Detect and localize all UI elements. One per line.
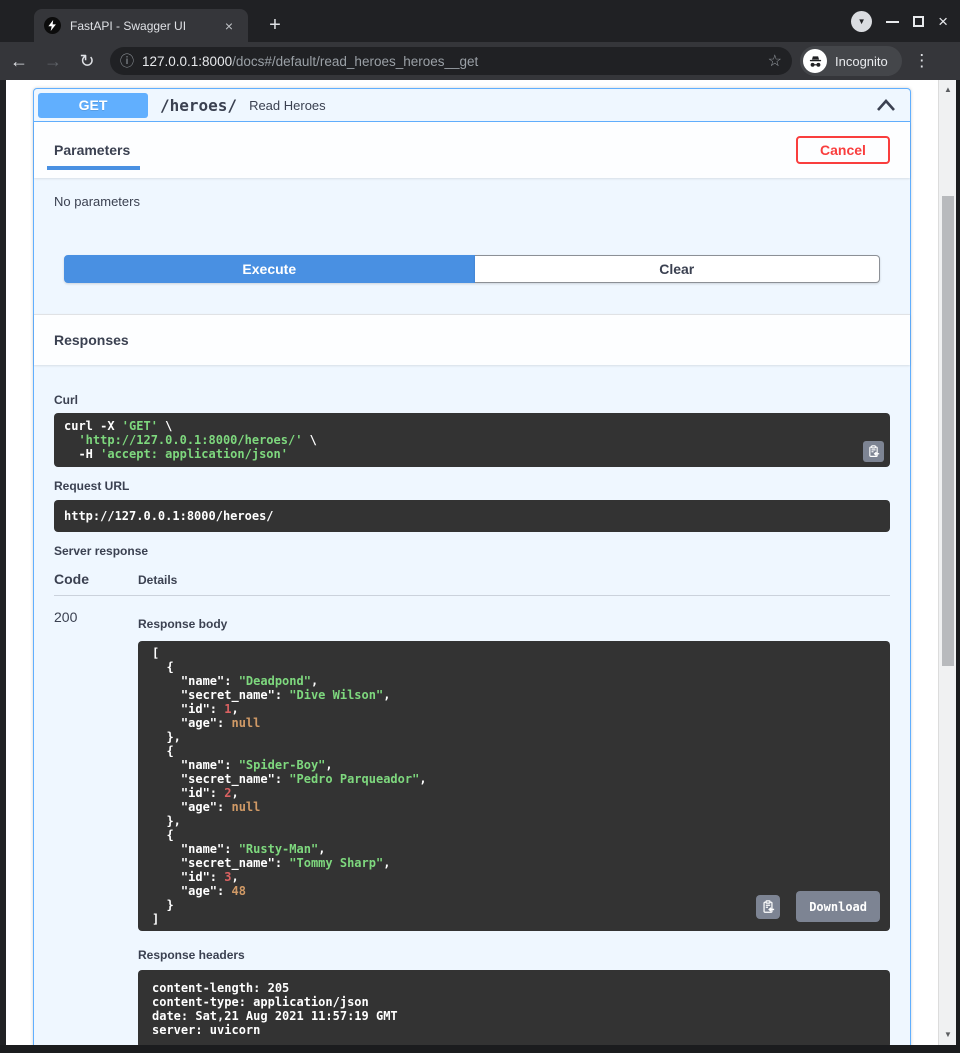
execute-button-group: Execute Clear [64,255,880,283]
window-close-button[interactable]: × [938,15,948,28]
new-tab-button[interactable]: + [262,13,288,39]
endpoint-path: /heroes/ [160,96,237,115]
details-column-header: Details [138,573,890,587]
responses-body: Curl curl -X 'GET' \ 'http://127.0.0.1:8… [34,365,910,1045]
incognito-icon [803,49,827,73]
tab-close-icon[interactable]: × [220,17,238,35]
window-controls: ▼ × [851,0,960,42]
forward-icon[interactable]: → [38,46,68,76]
opblock-summary[interactable]: GET /heroes/ Read Heroes [34,89,910,122]
scrollbar-thumb[interactable] [942,196,954,666]
url-bar[interactable]: ⓘ 127.0.0.1:8000/docs#/default/read_hero… [110,47,792,75]
incognito-label: Incognito [835,54,888,69]
responses-title: Responses [54,332,129,348]
browser-tab[interactable]: FastAPI - Swagger UI × [34,9,248,42]
window-right-edge [956,80,960,1053]
maximize-button[interactable] [913,16,924,27]
scrollbar-down-icon[interactable]: ▼ [939,1027,957,1043]
curl-code-block: curl -X 'GET' \ 'http://127.0.0.1:8000/h… [54,413,890,467]
browser-menu-icon[interactable]: ⋮ [912,51,932,71]
bookmark-star-icon[interactable]: ☆ [768,51,782,71]
curl-label: Curl [54,393,890,407]
response-table-header: Code Details [54,562,890,596]
parameters-section-header: Parameters Cancel [34,122,910,178]
request-url-label: Request URL [54,479,890,493]
request-url-block: http://127.0.0.1:8000/heroes/ [54,500,890,532]
no-parameters-text: No parameters [54,194,890,209]
endpoint-summary: Read Heroes [249,98,876,113]
response-body-label: Response body [138,617,890,631]
page-info-icon[interactable]: ⓘ [120,51,134,71]
response-headers-block: content-length: 205content-type: applica… [138,970,890,1045]
cancel-button[interactable]: Cancel [796,136,890,164]
parameters-body: No parameters [34,178,910,209]
fastapi-favicon-icon [44,17,61,34]
request-url-value: http://127.0.0.1:8000/heroes/ [64,509,274,523]
minimize-button[interactable] [886,15,899,28]
tab-title: FastAPI - Swagger UI [70,19,220,33]
reload-icon[interactable]: ↻ [72,46,102,76]
server-response-label: Server response [54,544,890,558]
opblock-get-heroes: GET /heroes/ Read Heroes Parameters Canc… [33,88,911,1045]
back-icon[interactable]: ← [4,46,34,76]
scrollbar-up-icon[interactable]: ▲ [939,82,957,98]
clear-button[interactable]: Clear [475,255,880,283]
collapse-chevron-icon[interactable] [876,98,896,112]
response-row-200: 200 Response body [ { "name": "Deadpond"… [54,596,890,1045]
url-path: /docs#/default/read_heroes_heroes__get [232,54,478,69]
responses-section-header: Responses [34,314,910,365]
browser-tabstrip: FastAPI - Swagger UI × + ▼ × [0,0,960,42]
page-scrollbar[interactable]: ▲ ▼ [938,80,956,1045]
window-bottom-edge [0,1045,960,1053]
swagger-page: GET /heroes/ Read Heroes Parameters Canc… [6,80,938,1045]
copy-response-button[interactable] [756,895,780,919]
method-badge: GET [38,93,148,118]
response-body-actions: Download [756,891,880,922]
response-body-block: [ { "name": "Deadpond", "secret_name": "… [138,641,890,931]
status-code: 200 [54,609,77,625]
tab-search-icon[interactable]: ▼ [851,11,872,32]
incognito-badge: Incognito [800,46,902,76]
code-column-header: Code [54,571,138,587]
download-button[interactable]: Download [796,891,880,922]
server-response-table: Code Details 200 Response body [ { "name… [54,562,890,1045]
execute-button[interactable]: Execute [64,255,475,283]
url-text[interactable]: 127.0.0.1:8000/docs#/default/read_heroes… [142,54,760,69]
url-host: 127.0.0.1:8000 [142,54,232,69]
parameters-title: Parameters [54,142,130,158]
copy-curl-button[interactable] [863,441,884,462]
browser-toolbar: ← → ↻ ⓘ 127.0.0.1:8000/docs#/default/rea… [0,42,960,80]
response-headers-label: Response headers [138,948,890,962]
